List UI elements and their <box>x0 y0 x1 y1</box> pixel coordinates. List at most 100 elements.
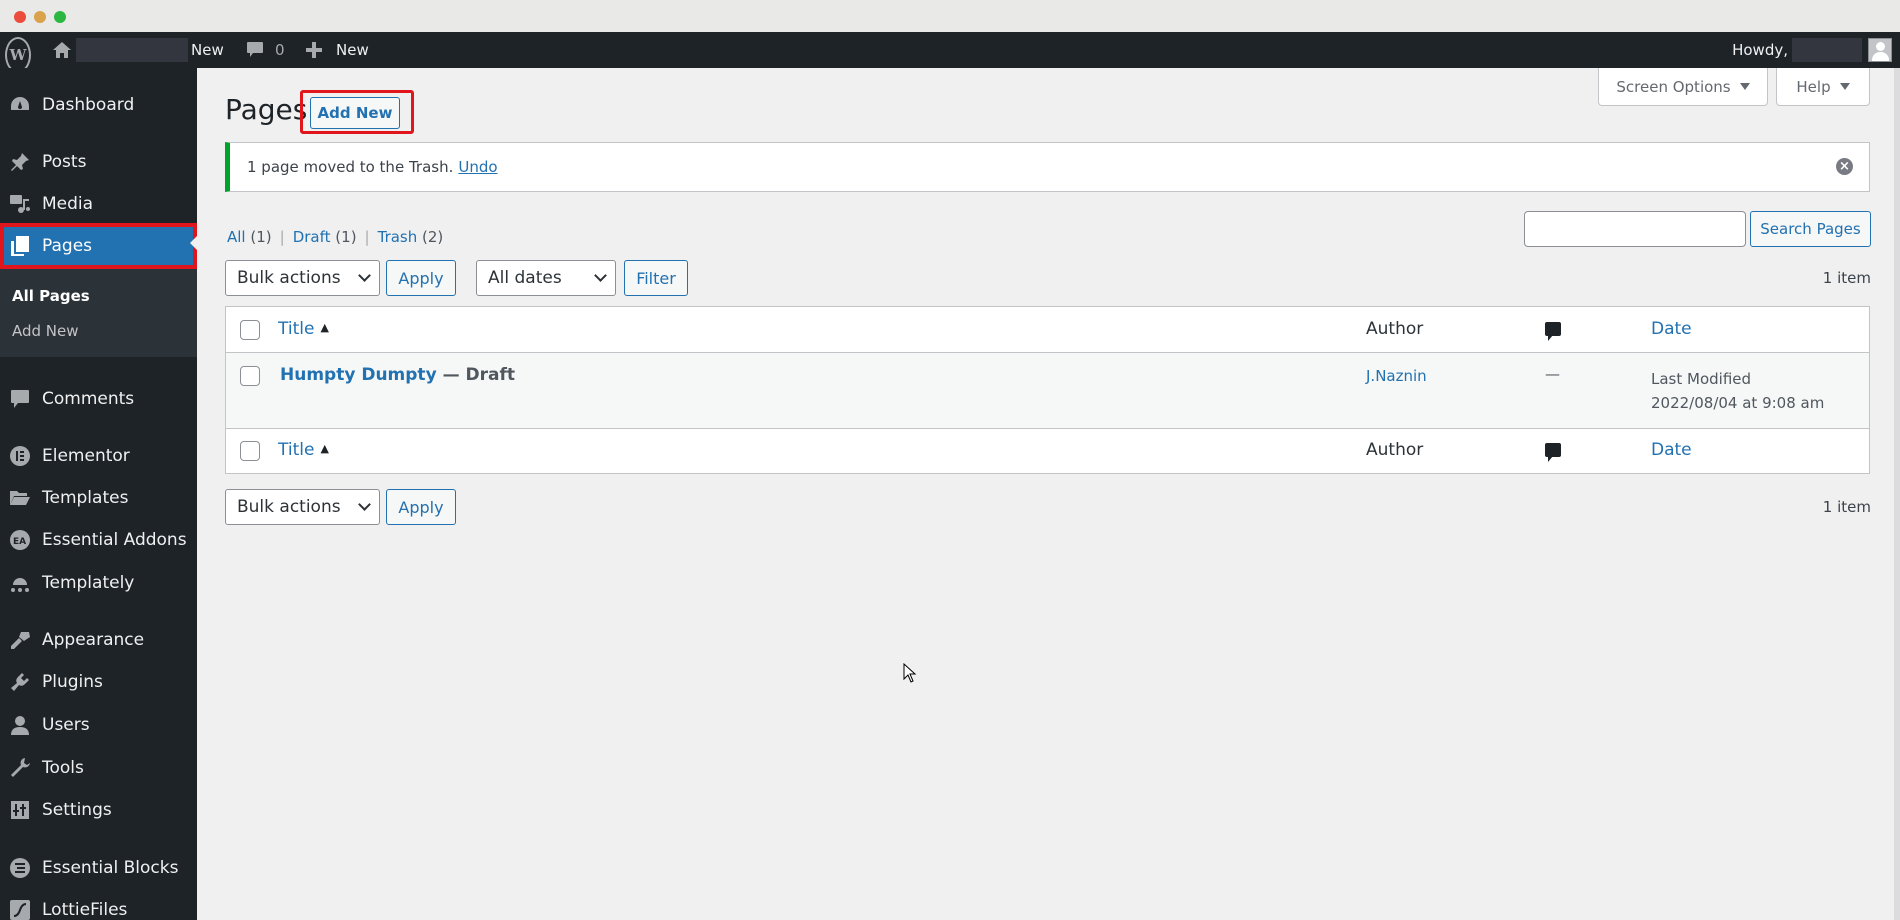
search-input[interactable] <box>1524 211 1746 247</box>
separator: | <box>364 228 370 246</box>
filter-button[interactable]: Filter <box>624 260 688 296</box>
sidebar-item-essential-addons[interactable]: EA Essential Addons <box>0 520 197 560</box>
sidebar-item-users[interactable]: Users <box>0 705 197 745</box>
triangle-down-icon <box>1839 83 1850 90</box>
user-name-redacted[interactable] <box>1792 38 1862 62</box>
comments-icon[interactable] <box>245 32 265 68</box>
templately-icon <box>8 571 32 595</box>
sidebar-item-templately[interactable]: Templately <box>0 563 197 603</box>
title-column-footer[interactable]: Title ▲ <box>278 440 329 460</box>
sidebar-item-label: Users <box>42 715 90 735</box>
trash-notice: 1 page moved to the Trash. Undo × <box>225 142 1870 192</box>
sidebar-item-settings[interactable]: Settings <box>0 790 197 830</box>
window-maximize-button[interactable] <box>54 11 66 23</box>
home-icon[interactable] <box>52 32 72 68</box>
undo-link[interactable]: Undo <box>458 158 497 176</box>
avatar[interactable] <box>1868 38 1892 62</box>
sidebar-item-appearance[interactable]: Appearance <box>0 620 197 660</box>
dismiss-icon[interactable]: × <box>1836 158 1853 175</box>
row-date: Last Modified 2022/08/04 at 9:08 am <box>1651 367 1824 415</box>
date-column-footer[interactable]: Date <box>1651 440 1692 460</box>
post-state: — Draft <box>436 365 515 385</box>
window-minimize-button[interactable] <box>34 11 46 23</box>
sidebar-item-media[interactable]: Media <box>0 184 197 224</box>
sidebar-item-label: Posts <box>42 152 87 172</box>
row-author-link[interactable]: J.Naznin <box>1366 367 1427 385</box>
comment-bubble-icon[interactable] <box>1545 443 1561 462</box>
sidebar-item-essential-blocks[interactable]: Essential Blocks <box>0 848 197 888</box>
apply-button[interactable]: Apply <box>386 260 456 296</box>
date-value: 2022/08/04 at 9:08 am <box>1651 394 1825 412</box>
site-name-label[interactable]: New <box>191 32 224 68</box>
sidebar-item-label: Pages <box>42 236 93 256</box>
select-all-checkbox-footer[interactable] <box>240 441 260 461</box>
lottiefiles-icon <box>8 898 32 920</box>
triangle-down-icon <box>1739 83 1750 90</box>
sidebar-item-label: Settings <box>42 800 112 820</box>
sidebar-item-comments[interactable]: Comments <box>0 379 197 419</box>
sidebar-item-label: Essential Addons <box>42 530 187 550</box>
sidebar-item-tools[interactable]: Tools <box>0 748 197 788</box>
howdy-label[interactable]: Howdy, <box>1732 32 1788 68</box>
sidebar-item-label: Comments <box>42 389 135 409</box>
window-close-button[interactable] <box>14 11 26 23</box>
row-comments: — <box>1545 365 1560 383</box>
elementor-icon <box>8 444 32 468</box>
new-content-menu[interactable]: New <box>336 32 369 68</box>
chevron-down-icon <box>594 269 607 282</box>
sidebar-item-plugins[interactable]: Plugins <box>0 662 197 702</box>
dates-filter-select[interactable]: All dates <box>476 260 616 296</box>
submenu-all-pages[interactable]: All Pages <box>12 287 90 305</box>
window-title-bar <box>0 0 1900 32</box>
bulk-actions-value: Bulk actions <box>237 497 341 517</box>
mouse-cursor-icon <box>903 662 917 687</box>
view-filters: All (1) | Draft (1) | Trash (2) <box>227 228 443 246</box>
screen-options-button[interactable]: Screen Options <box>1598 68 1768 106</box>
sidebar-item-label: LottieFiles <box>42 900 128 920</box>
chevron-down-icon <box>358 498 371 511</box>
sort-ascending-icon: ▲ <box>320 321 329 334</box>
scrollbar[interactable] <box>1894 68 1900 920</box>
page-title-link[interactable]: Humpty Dumpty <box>280 365 437 385</box>
items-count: 1 item <box>1822 269 1871 287</box>
row-checkbox[interactable] <box>240 366 260 386</box>
sidebar-item-pages[interactable]: Pages <box>0 223 197 269</box>
apply-button-bottom[interactable]: Apply <box>386 489 456 525</box>
help-label: Help <box>1796 77 1831 96</box>
sidebar-item-templates[interactable]: Templates <box>0 478 197 518</box>
sidebar-item-posts[interactable]: Posts <box>0 142 197 182</box>
dates-filter-value: All dates <box>488 268 562 288</box>
table-row: Humpty Dumpty — Draft J.Naznin — Last Mo… <box>226 353 1869 429</box>
pages-submenu: All Pages Add New <box>0 269 197 357</box>
page-title: Pages <box>225 93 308 126</box>
date-column-header[interactable]: Date <box>1651 319 1692 339</box>
notice-message: 1 page moved to the Trash. <box>247 158 454 176</box>
view-draft-link[interactable]: Draft (1) <box>293 228 357 246</box>
title-column-header[interactable]: Title ▲ <box>278 319 329 339</box>
svg-text:EA: EA <box>13 537 26 547</box>
items-count-bottom: 1 item <box>1822 498 1871 516</box>
sidebar-item-dashboard[interactable]: Dashboard <box>0 85 197 125</box>
bulk-actions-value: Bulk actions <box>237 268 341 288</box>
plus-icon[interactable] <box>305 32 323 68</box>
comments-count[interactable]: 0 <box>275 32 285 68</box>
help-button[interactable]: Help <box>1776 68 1870 106</box>
view-all-link[interactable]: All (1) <box>227 228 272 246</box>
main-content: Screen Options Help Pages Add New 1 page… <box>197 68 1900 920</box>
media-icon <box>8 192 32 216</box>
add-new-button[interactable]: Add New <box>310 97 400 129</box>
date-label: Last Modified <box>1651 370 1752 388</box>
wrench-icon <box>8 756 32 780</box>
search-pages-button[interactable]: Search Pages <box>1750 211 1871 247</box>
bulk-actions-select[interactable]: Bulk actions <box>225 260 380 296</box>
pages-icon <box>8 234 32 258</box>
sidebar-item-lottiefiles[interactable]: LottieFiles <box>0 890 197 920</box>
view-trash-link[interactable]: Trash (2) <box>378 228 444 246</box>
submenu-add-new[interactable]: Add New <box>12 322 79 340</box>
bulk-actions-select-bottom[interactable]: Bulk actions <box>225 489 380 525</box>
sidebar-item-label: Media <box>42 194 94 214</box>
comment-bubble-icon[interactable] <box>1545 322 1561 341</box>
select-all-checkbox[interactable] <box>240 320 260 340</box>
site-name-redacted[interactable] <box>76 38 188 62</box>
sidebar-item-elementor[interactable]: Elementor <box>0 436 197 476</box>
